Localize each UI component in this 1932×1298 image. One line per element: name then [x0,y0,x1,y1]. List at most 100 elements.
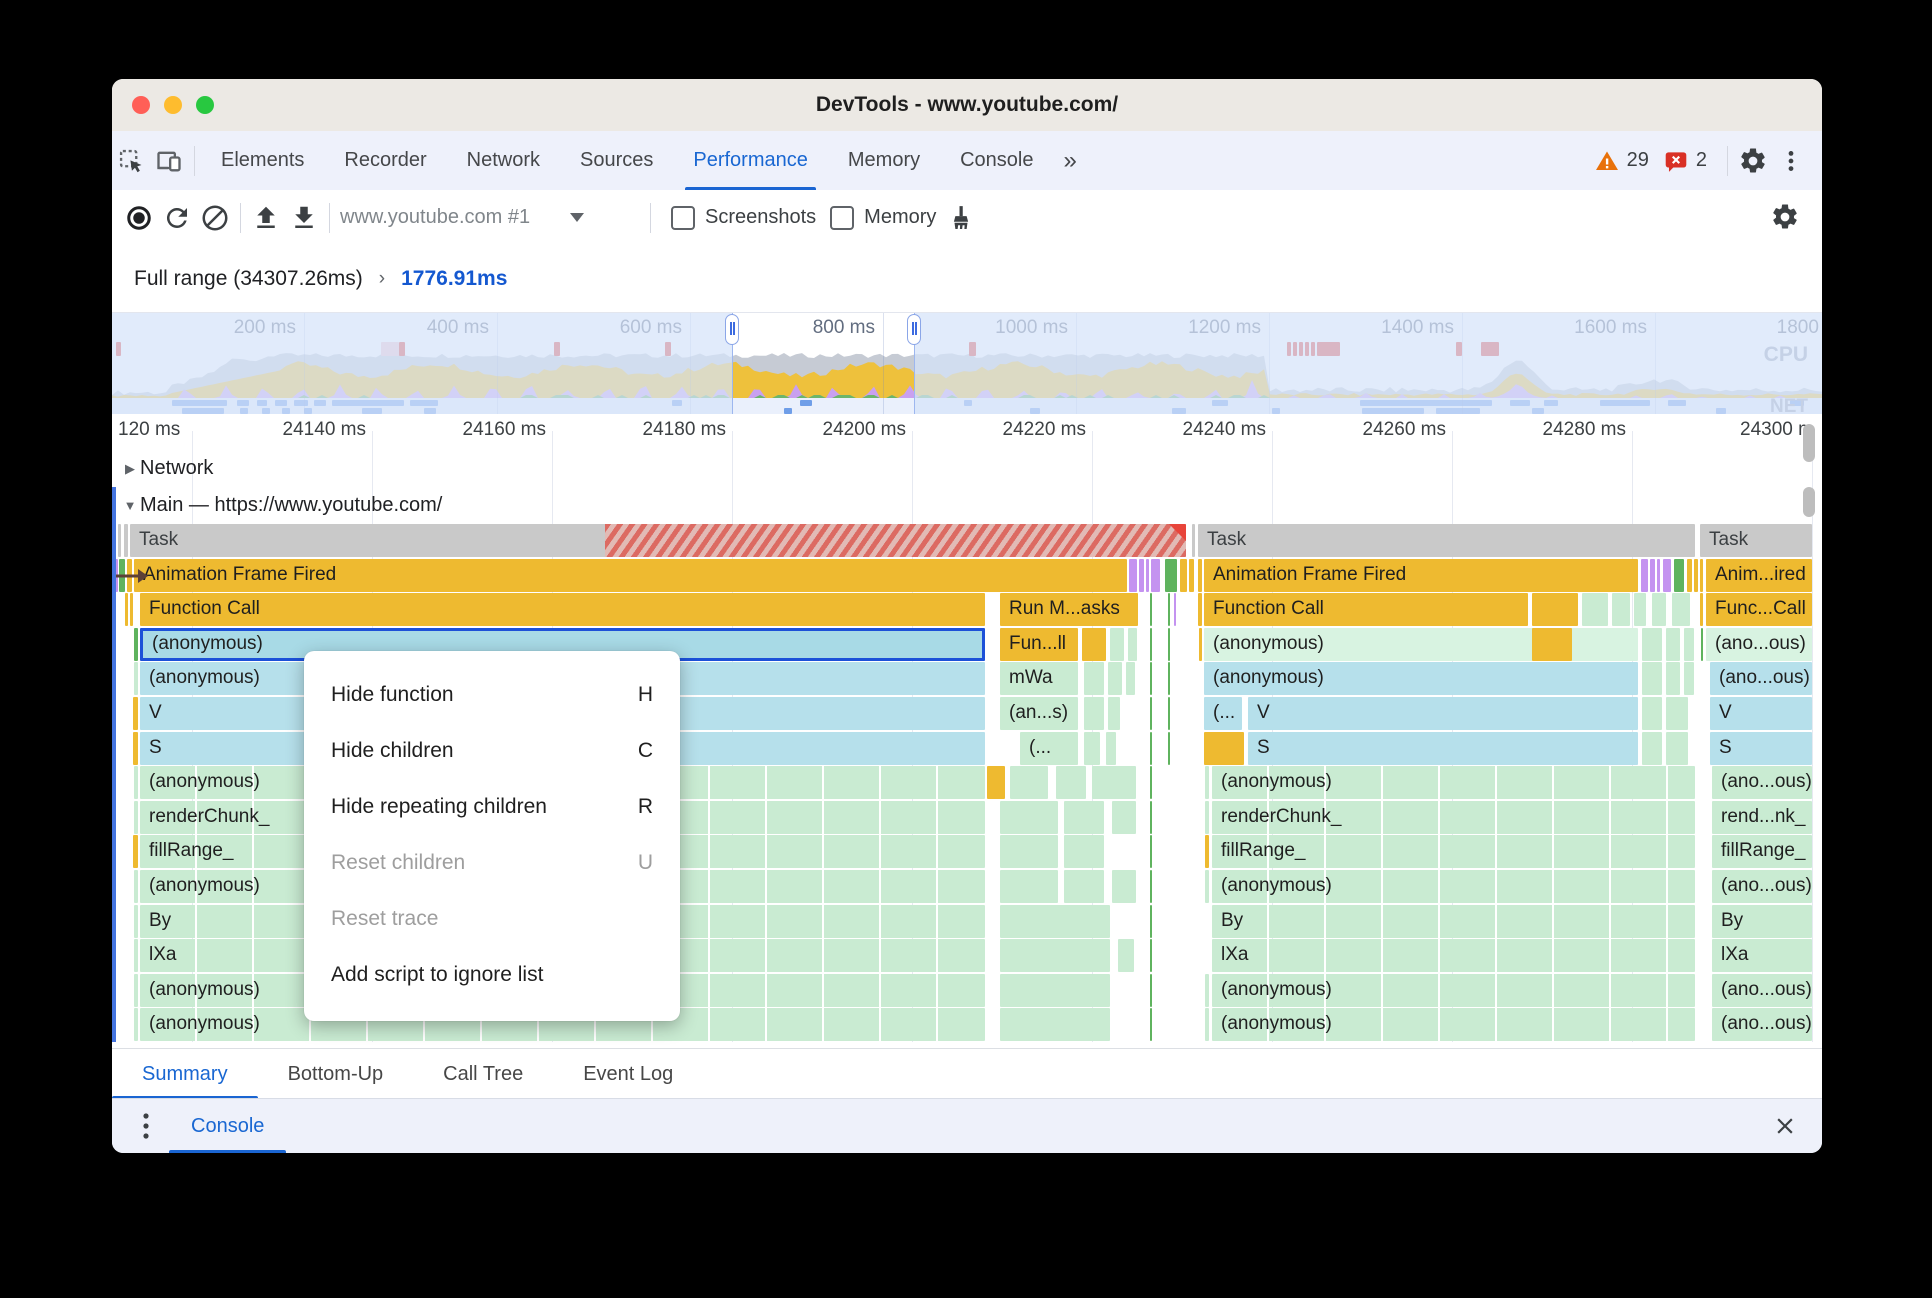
flame-bar[interactable] [134,662,138,695]
flame-bar[interactable] [1672,593,1690,626]
flame-bar[interactable] [1000,1008,1110,1041]
flame-bar[interactable] [1150,662,1152,695]
flame-bar[interactable] [1150,593,1152,626]
tab-performance[interactable]: Performance [673,131,828,190]
flame-bar[interactable] [1150,1008,1152,1041]
flame-bar[interactable] [1652,593,1666,626]
flame-bar-fillrange[interactable]: fillRange_ [1712,835,1812,868]
flame-bar[interactable] [1666,697,1688,730]
flame-bar[interactable] [1000,870,1058,903]
flame-bar[interactable] [134,628,138,661]
error-icon[interactable] [1663,148,1689,174]
flame-bar[interactable] [1657,559,1660,592]
menu-item-hide-function[interactable]: Hide function H [304,667,680,723]
flame-bar[interactable] [130,593,133,626]
flame-bar[interactable] [1092,766,1136,799]
flame-bar[interactable] [1168,628,1170,661]
flame-bar-ano-ous[interactable]: (ano...ous) [1712,974,1812,1007]
warning-icon[interactable] [1594,149,1620,173]
flame-bar[interactable] [125,593,128,626]
flame-bar[interactable] [134,939,138,972]
flame-bar[interactable] [1642,732,1662,765]
flame-bar-rend-nk[interactable]: rend...nk_ [1712,801,1812,834]
menu-item-add-script-to-ignore-list[interactable]: Add script to ignore list [304,947,680,1003]
timeline-overview[interactable]: CPU NET 200 ms400 ms600 ms800 ms1000 ms1… [112,312,1822,415]
flame-bar[interactable] [1150,835,1152,868]
flame-bar[interactable] [1205,870,1209,903]
flame-bar-renderchunk[interactable]: renderChunk_ [1212,801,1695,834]
flame-bar[interactable] [1000,835,1058,868]
breadcrumb-selection[interactable]: 1776.91ms [401,267,507,291]
flame-bar[interactable] [1139,559,1144,592]
minimize-window-button[interactable] [164,96,182,114]
flame-bar-s[interactable]: S [1710,732,1812,765]
flame-bar[interactable] [1150,870,1152,903]
tab-memory[interactable]: Memory [828,131,940,190]
flame-bar[interactable] [1666,732,1688,765]
flame-bar[interactable] [1205,801,1209,834]
flame-bar-fillrange[interactable]: fillRange_ [1212,835,1695,868]
flame-bar[interactable] [1064,870,1104,903]
flame-bar[interactable] [1174,593,1176,626]
flame-bar[interactable] [1128,628,1137,661]
flame-bar[interactable] [1700,593,1703,626]
flame-bar-lxa[interactable]: lXa [1212,939,1695,972]
flame-bar[interactable] [1084,697,1104,730]
flame-bar[interactable] [1684,628,1694,661]
flame-bar[interactable] [1000,801,1058,834]
flame-bar[interactable] [1687,559,1692,592]
flame-bar-mwa[interactable]: mWa [1000,662,1078,695]
details-tab-bottom-up[interactable]: Bottom-Up [258,1049,414,1099]
details-tab-call-tree[interactable]: Call Tree [413,1049,553,1099]
flame-bar-ano-ous[interactable]: (ano...ous) [1712,1008,1812,1041]
flame-bar[interactable] [1694,559,1698,592]
flame-bar[interactable] [1151,559,1160,592]
selection-handle-right[interactable] [907,314,921,345]
flame-bar[interactable] [1205,1008,1209,1041]
flame-bar[interactable] [1150,939,1152,972]
flame-bar-anonymous[interactable]: (anonymous) [1212,766,1695,799]
warning-count[interactable]: 29 [1627,149,1649,172]
flame-bar[interactable] [124,524,128,557]
flame-bar[interactable] [1129,559,1137,592]
flame-bar-item[interactable]: (... [1020,732,1078,765]
flame-bar[interactable] [1064,835,1104,868]
breadcrumb-full-range[interactable]: Full range (34307.26ms) [134,267,363,291]
close-drawer-icon[interactable] [1772,1113,1798,1139]
tab-network[interactable]: Network [447,131,560,190]
flame-bar[interactable] [1205,974,1209,1007]
flame-bar[interactable] [1180,559,1187,592]
flame-bar[interactable] [1642,662,1662,695]
flame-bar[interactable] [1010,766,1048,799]
flame-bar-v[interactable]: V [1710,697,1812,730]
menu-item-hide-children[interactable]: Hide children C [304,723,680,779]
flame-bar[interactable] [1684,662,1694,695]
flame-bar[interactable] [1199,628,1202,661]
drawer-tab-console[interactable]: Console [169,1099,287,1153]
flame-bar[interactable] [1189,559,1194,592]
flame-bar[interactable] [134,905,138,938]
flame-bar[interactable] [1150,905,1152,938]
flame-bar-ano-ous[interactable]: (ano...ous) [1710,662,1812,695]
flame-bar[interactable] [1582,593,1608,626]
load-profile-icon[interactable] [247,199,285,237]
selection-handle-left[interactable] [725,314,739,345]
vertical-scrollbar-thumb[interactable] [1803,424,1815,462]
flame-bar-task[interactable]: Task [1198,524,1695,557]
flame-bar[interactable] [1106,732,1116,765]
flame-bar[interactable] [1082,628,1106,661]
screenshots-label[interactable]: Screenshots [705,206,816,229]
flame-bar-anonymous[interactable]: (anonymous) [1204,628,1638,661]
flame-bar-run-m-asks[interactable]: Run M...asks [1000,593,1138,626]
flame-bar[interactable] [133,697,138,730]
flame-bar[interactable] [1084,662,1104,695]
flame-bar[interactable] [1532,628,1572,661]
flame-bar[interactable] [118,524,121,557]
garbage-collect-icon[interactable] [942,199,980,237]
flame-bar-anonymous[interactable]: (anonymous) [1212,974,1695,1007]
flame-bar-lxa[interactable]: lXa [1712,939,1812,972]
flame-bar[interactable] [1000,905,1110,938]
flame-bar-animation-frame-fired[interactable]: Animation Frame Fired [1204,559,1638,592]
flame-bar[interactable] [133,835,138,868]
flame-bar[interactable] [1168,593,1170,626]
